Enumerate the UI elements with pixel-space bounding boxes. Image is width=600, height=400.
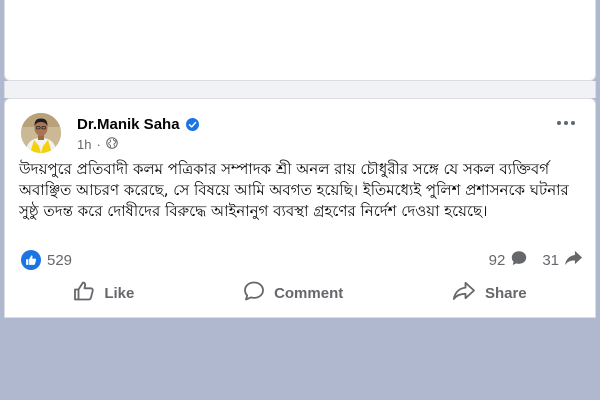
stats-right: 92 31 [489,249,583,271]
like-button[interactable]: Like [63,277,144,309]
share-label: Share [484,284,527,302]
comment-count-value: 92 [488,251,506,269]
more-dot [571,121,575,125]
post-meta: 1h · [77,137,118,152]
feed-separator [4,81,596,98]
comments-count[interactable]: 92 [489,249,529,271]
comment-button[interactable]: Comment [233,277,353,309]
comment-label: Comment [274,284,344,302]
verified-badge-icon [185,118,199,131]
more-options-icon[interactable] [557,121,575,125]
author-avatar[interactable] [21,113,61,153]
comment-icon [243,281,265,305]
author-header: Dr.Manik Saha [77,116,199,133]
post-actions: Like Comment Share [19,276,581,310]
more-dot [557,121,561,125]
more-dot [564,121,568,125]
share-button[interactable]: Share [442,277,537,309]
reaction-count: 529 [47,251,73,269]
meta-separator-dot: · [96,137,101,152]
post-body-text: উদয়পুরে প্রতিবাদী কলম পত্রিকার সম্পাদক … [19,160,569,220]
like-reaction-icon [21,250,41,270]
reactions-summary[interactable]: 529 [21,250,72,270]
comment-bubble-icon [510,249,528,271]
post-card: Dr.Manik Saha 1h · উদয়পুরে প্রতিবাদী কল… [4,98,596,318]
post-time[interactable]: 1h [77,137,91,152]
shares-count[interactable]: 31 [542,249,583,271]
thumbs-up-icon [73,281,95,305]
share-count-value: 31 [542,251,559,269]
share-icon [452,281,476,305]
like-label: Like [104,284,135,302]
screen: Dr.Manik Saha 1h · উদয়পুরে প্রতিবাদী কল… [0,0,600,400]
previous-post-card [4,0,596,81]
avatar-image [21,113,61,153]
share-arrow-icon [564,249,583,271]
globe-icon[interactable] [106,137,118,152]
author-name[interactable]: Dr.Manik Saha [77,116,180,133]
post-stats: 529 92 31 [21,249,583,271]
